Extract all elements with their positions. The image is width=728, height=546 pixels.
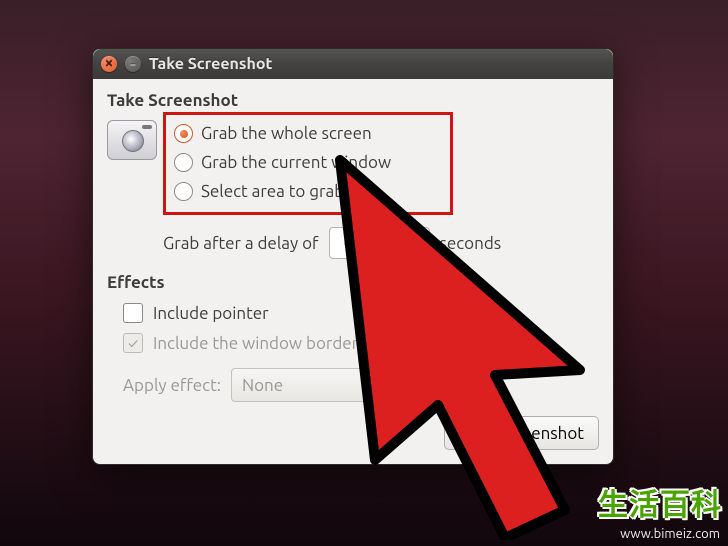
delay-suffix: seconds [440, 234, 502, 253]
watermark: 生活百科 www.bimeiz.com [598, 480, 722, 542]
checkbox-icon [123, 303, 143, 323]
apply-effect-combo: None ▴▾ [231, 368, 453, 402]
checkbox-label: Include pointer [153, 304, 269, 323]
radio-icon [174, 153, 193, 172]
radio-grab-whole-screen[interactable]: Grab the whole screen [172, 119, 442, 148]
radio-select-area[interactable]: Select area to grab [172, 177, 442, 206]
checkbox-icon: ✓ [123, 333, 143, 353]
dialog-body: Take Screenshot Grab the whole screen Gr… [93, 79, 613, 464]
checkbox-include-pointer[interactable]: Include pointer [123, 298, 599, 328]
effects-section-title: Effects [107, 273, 599, 292]
checkbox-label: Include the window border [153, 334, 358, 353]
delay-spinbox: − + [329, 227, 430, 259]
close-icon[interactable]: ✕ [101, 56, 117, 72]
camera-icon [107, 120, 157, 160]
radio-icon [174, 124, 193, 143]
delay-plus-button[interactable]: + [399, 228, 429, 258]
radio-label: Grab the whole screen [201, 124, 372, 143]
titlebar[interactable]: ✕ – Take Screenshot [93, 49, 613, 79]
checkbox-include-border: ✓ Include the window border [123, 328, 599, 358]
radio-label: Select area to grab [201, 182, 344, 201]
apply-effect-row: Apply effect: None ▴▾ [123, 368, 599, 402]
radio-grab-current-window[interactable]: Grab the current window [172, 148, 442, 177]
capture-mode-highlight: Grab the whole screen Grab the current w… [163, 112, 453, 215]
capture-mode-group: Grab the whole screen Grab the current w… [169, 116, 599, 221]
take-screenshot-button[interactable]: Take Screenshot [444, 416, 599, 450]
radio-label: Grab the current window [201, 153, 391, 172]
delay-minus-button[interactable]: − [369, 228, 399, 258]
capture-section-title: Take Screenshot [107, 91, 599, 110]
watermark-url: www.bimeiz.com [618, 526, 722, 542]
apply-effect-label: Apply effect: [123, 376, 221, 395]
watermark-text: 生活百科 [598, 480, 722, 524]
minimize-icon[interactable]: – [125, 56, 141, 72]
window-title: Take Screenshot [149, 55, 272, 73]
screenshot-dialog: ✕ – Take Screenshot Take Screenshot Grab… [92, 48, 614, 465]
delay-prefix: Grab after a delay of [163, 234, 319, 253]
radio-icon [174, 182, 193, 201]
delay-row: Grab after a delay of − + seconds [163, 227, 599, 259]
delay-input[interactable] [330, 228, 369, 258]
combo-value: None [242, 376, 283, 395]
